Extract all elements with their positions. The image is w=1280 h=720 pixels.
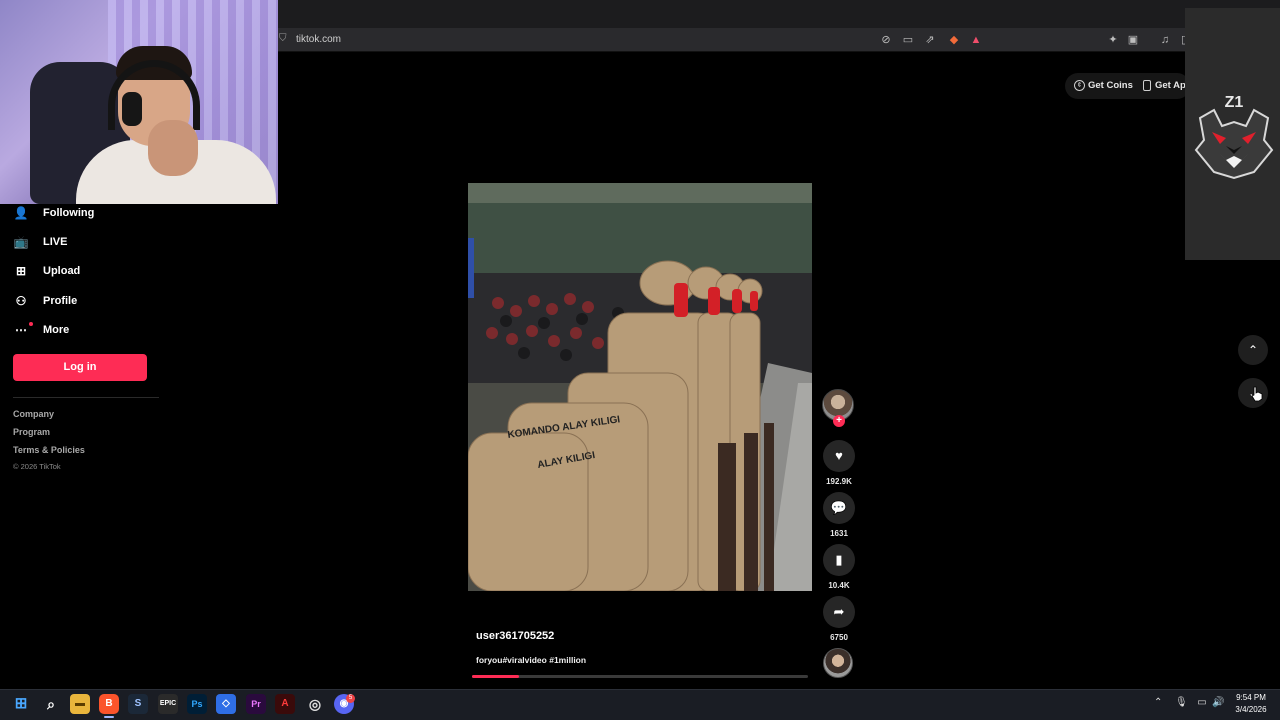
brave-rewards-icon[interactable]: ▲ bbox=[968, 32, 984, 48]
webcam-headset-ear bbox=[122, 92, 142, 126]
like-button[interactable]: ♥ bbox=[823, 440, 855, 472]
photoshop-icon[interactable]: Ps bbox=[187, 694, 207, 714]
live-icon: 📺 bbox=[13, 235, 29, 249]
webcam-overlay bbox=[0, 0, 278, 204]
active-app-indicator bbox=[104, 716, 114, 718]
file-explorer-icon[interactable]: ▬ bbox=[70, 694, 90, 714]
network-icon[interactable]: ▭ bbox=[1196, 697, 1208, 709]
epic-games-icon[interactable]: EPIC bbox=[158, 694, 178, 714]
chevron-up-icon: ⌃ bbox=[1247, 343, 1259, 357]
footer-link-program[interactable]: Program bbox=[13, 427, 50, 437]
no-tracking-icon[interactable]: ⊘ bbox=[878, 32, 894, 48]
comment-button[interactable]: 💬 bbox=[823, 492, 855, 524]
share-button[interactable]: ➦ bbox=[823, 596, 855, 628]
logo-text: Z1 bbox=[1225, 94, 1244, 111]
video-progress-bar[interactable] bbox=[472, 675, 808, 678]
previous-video-button[interactable]: ⌃ bbox=[1238, 335, 1268, 365]
sidebar-item-label: Profile bbox=[43, 295, 78, 307]
get-coins-button[interactable]: Get Coins bbox=[1088, 80, 1133, 91]
sidebar-item-label: LIVE bbox=[43, 236, 68, 248]
media-icon[interactable]: ♫ bbox=[1157, 32, 1173, 48]
adobe-icon[interactable]: A bbox=[275, 694, 295, 714]
footer-link-company[interactable]: Company bbox=[13, 409, 54, 419]
save-button[interactable]: ▮ bbox=[823, 544, 855, 576]
sidebar-item-upload[interactable]: ⊞ Upload bbox=[13, 260, 80, 282]
music-disc[interactable] bbox=[823, 648, 853, 678]
clock-date[interactable]: 3/4/2026 bbox=[1230, 705, 1272, 714]
video-caption[interactable]: foryou#viralvideo #1million bbox=[476, 655, 586, 665]
search-icon[interactable]: ⌕ bbox=[41, 694, 61, 714]
get-app-button[interactable]: Get App bbox=[1155, 80, 1185, 91]
video-progress-fill bbox=[472, 675, 520, 678]
premiere-pro-icon[interactable]: Pr bbox=[246, 694, 266, 714]
like-count: 192.9K bbox=[826, 477, 852, 486]
sidebar-item-profile[interactable]: ⚇ Profile bbox=[13, 290, 78, 312]
cast-icon[interactable]: ▭ bbox=[900, 32, 916, 48]
tab-icon[interactable]: ▣ bbox=[1125, 32, 1141, 48]
url-text[interactable]: tiktok.com bbox=[296, 34, 341, 46]
webcam-person-hand bbox=[148, 120, 198, 176]
following-icon: 👤 bbox=[13, 206, 29, 220]
video-player[interactable]: KOMANDO ALAY KILIGI ALAY KILIGI bbox=[468, 183, 812, 591]
start-icon[interactable]: ⊞ bbox=[11, 694, 31, 714]
sidebar-item-label: Following bbox=[43, 207, 95, 219]
coin-icon: ¢ bbox=[1074, 80, 1085, 91]
roblox-icon[interactable]: ◇ bbox=[216, 694, 236, 714]
hand-cursor-icon bbox=[1251, 386, 1263, 402]
footer-link-terms[interactable]: Terms & Policies bbox=[13, 445, 85, 455]
notification-dot bbox=[29, 322, 33, 326]
profile-icon: ⚇ bbox=[15, 294, 27, 308]
brave-shield-icon[interactable]: ◆ bbox=[946, 32, 962, 48]
clock-time[interactable]: 9:54 PM bbox=[1230, 693, 1272, 702]
extensions-icon[interactable]: ✦ bbox=[1105, 32, 1121, 48]
follow-button[interactable]: + bbox=[833, 415, 845, 427]
save-count: 10.4K bbox=[828, 581, 850, 590]
heart-icon: ♥ bbox=[835, 448, 843, 463]
chrome-icon[interactable]: ◎ bbox=[305, 694, 325, 714]
bookmark-icon: ▮ bbox=[835, 552, 843, 567]
sidebar-divider bbox=[13, 397, 159, 398]
login-button[interactable]: Log in bbox=[13, 354, 147, 381]
sidebar-item-label: More bbox=[43, 324, 70, 336]
comment-count: 1631 bbox=[830, 529, 848, 538]
brave-icon[interactable]: B bbox=[99, 694, 119, 714]
discord-badge: 5 bbox=[346, 694, 355, 703]
share-icon[interactable]: ⇗ bbox=[922, 32, 938, 48]
sidebar-item-label: Upload bbox=[43, 265, 81, 277]
more-icon: ⋯ bbox=[15, 323, 27, 337]
share-arrow-icon: ➦ bbox=[833, 604, 845, 619]
tray-chevron-icon[interactable]: ⌃ bbox=[1154, 697, 1162, 708]
steam-icon[interactable]: S bbox=[128, 694, 148, 714]
upload-icon: ⊞ bbox=[15, 264, 27, 278]
comment-icon: 💬 bbox=[830, 500, 848, 515]
video-author[interactable]: user361705252 bbox=[476, 630, 554, 642]
wolf-logo-icon: Z1 bbox=[1194, 94, 1274, 180]
share-count: 6750 bbox=[830, 633, 848, 642]
sidebar-item-more[interactable]: ⋯ More bbox=[13, 319, 69, 341]
video-frame: KOMANDO ALAY KILIGI ALAY KILIGI bbox=[468, 183, 812, 591]
phone-icon bbox=[1143, 80, 1151, 91]
volume-icon[interactable]: 🔊 bbox=[1212, 697, 1224, 709]
sidebar-item-following[interactable]: 👤 Following bbox=[13, 202, 95, 224]
sidebar-item-live[interactable]: 📺 LIVE bbox=[13, 231, 68, 253]
microphone-icon[interactable]: 🎙 bbox=[1175, 697, 1188, 709]
copyright-text: © 2026 TikTok bbox=[13, 462, 61, 471]
shield-icon[interactable]: ⛉ bbox=[279, 34, 289, 44]
